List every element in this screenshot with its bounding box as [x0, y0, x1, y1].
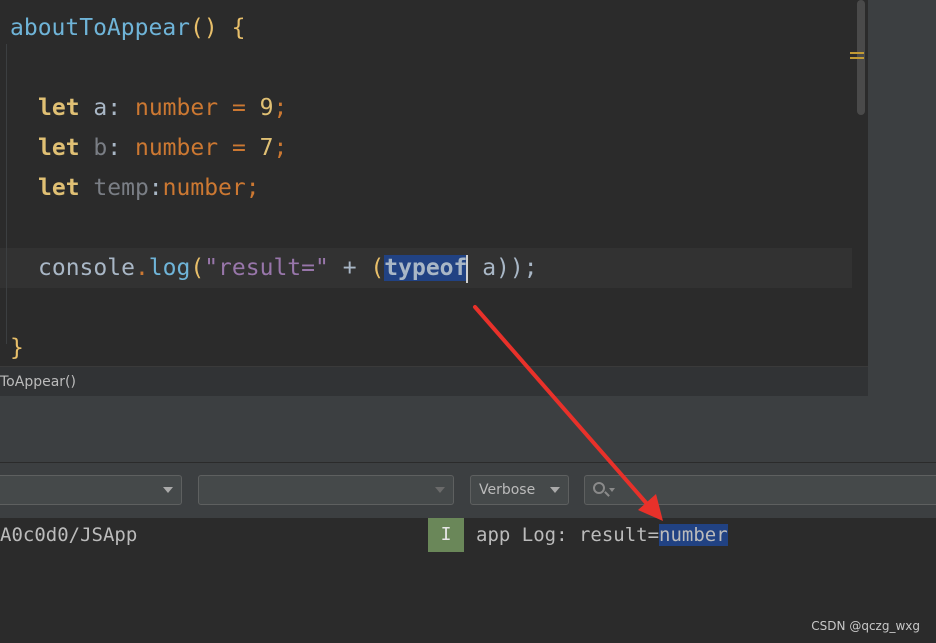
code-line-3[interactable]: let b: number = 7; — [38, 128, 287, 168]
log-output[interactable]: A0c0d0/JSApp I app Log: result=number — [0, 518, 936, 643]
code-line-2[interactable]: let a: number = 9; — [38, 88, 287, 128]
watermark: CSDN @qczg_wxg — [811, 619, 920, 633]
code-line-5[interactable]: console.log("result=" + (typeof a)); — [38, 248, 538, 288]
indent-guide — [6, 44, 7, 344]
search-history-chevron-icon — [609, 488, 615, 492]
chevron-down-icon — [550, 487, 560, 493]
selected-keyword[interactable]: typeof — [384, 255, 468, 281]
warning-marker-icon[interactable] — [850, 52, 864, 64]
log-message[interactable]: app Log: result=number — [476, 518, 728, 552]
search-icon — [593, 482, 605, 494]
code-line-4[interactable]: let temp:number; — [38, 168, 260, 208]
log-search-input[interactable] — [584, 475, 936, 505]
log-tag: A0c0d0/JSApp — [0, 524, 138, 546]
log-filter-row: Verbose — [0, 463, 936, 518]
code-line-1[interactable]: aboutToAppear() { — [10, 8, 245, 48]
breadcrumb[interactable]: ToAppear() — [0, 366, 868, 397]
code-editor[interactable]: aboutToAppear() { let a: number = 9; let… — [0, 0, 868, 366]
device-select[interactable] — [0, 475, 182, 505]
code-line-6[interactable]: } — [10, 328, 24, 366]
log-panel-header — [0, 396, 936, 431]
function-name: aboutToAppear — [10, 15, 191, 41]
selected-log-value[interactable]: number — [659, 524, 728, 546]
process-select[interactable] — [198, 475, 454, 505]
log-level-badge: I — [428, 518, 464, 552]
log-panel-toolbar — [0, 430, 936, 463]
right-side-panel — [868, 0, 936, 396]
chevron-down-icon — [435, 487, 445, 493]
log-level-select[interactable]: Verbose — [470, 475, 569, 505]
chevron-down-icon — [163, 487, 173, 493]
